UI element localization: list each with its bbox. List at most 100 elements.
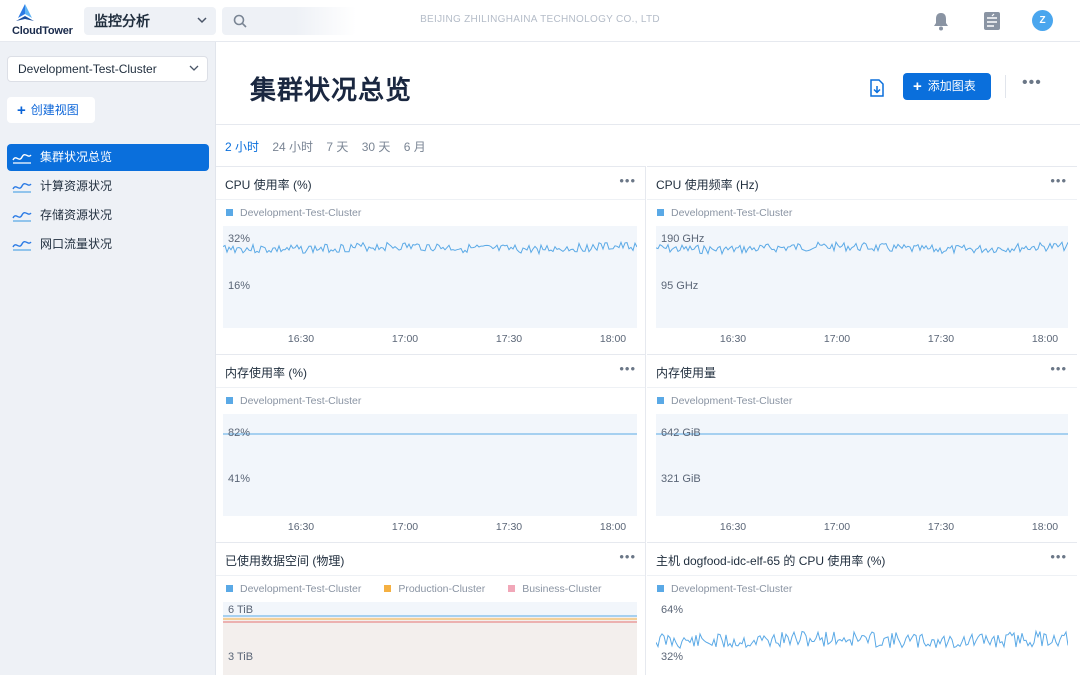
create-view-label: 创建视图	[30, 103, 79, 117]
legend-label: Development-Test-Cluster	[671, 583, 793, 595]
chart-svg	[656, 433, 1068, 435]
tab-range-24h[interactable]: 24 小时	[272, 140, 313, 154]
more-options-icon[interactable]: •••	[619, 361, 636, 376]
y-tick-label: 82%	[228, 427, 251, 439]
logo-text: CloudTower	[12, 25, 73, 37]
tab-range-7d[interactable]: 7 天	[326, 140, 348, 154]
chart-view-icon	[12, 183, 32, 193]
more-options-icon[interactable]: •••	[1050, 549, 1067, 564]
chart-plot: 642 GiB 321 GiB	[656, 414, 1068, 516]
y-tick-label: 6 TiB	[228, 604, 254, 616]
panel-title: CPU 使用频率 (Hz)	[656, 178, 759, 192]
sidebar: Development-Test-Cluster + 创建视图 集群状况总览 计算…	[0, 42, 216, 675]
legend-swatch	[657, 397, 664, 404]
chart-plot: 82% 41%	[223, 414, 637, 516]
chart-svg	[223, 602, 637, 623]
panel-title: 已使用数据空间 (物理)	[225, 554, 345, 568]
y-tick-label: 16%	[228, 280, 251, 292]
view-nav: 集群状况总览 计算资源状况 存储资源状况 网口流量状况	[7, 144, 209, 260]
chart-svg	[656, 629, 1068, 650]
bell-icon[interactable]	[932, 11, 950, 31]
legend-swatch	[226, 397, 233, 404]
x-tick-label: 17:30	[495, 521, 523, 533]
x-tick-label: 17:30	[495, 333, 523, 345]
x-tick-label: 16:30	[719, 521, 747, 533]
task-list-icon[interactable]	[983, 11, 1001, 31]
chart-panel-host-cpu-usage: 主机 dogfood-idc-elf-65 的 CPU 使用率 (%) ••• …	[647, 542, 1077, 675]
y-tick-label: 32%	[228, 233, 251, 245]
more-options-icon[interactable]: •••	[1050, 361, 1067, 376]
nav-item-network-traffic[interactable]: 网口流量状况	[7, 231, 209, 258]
legend-label: Development-Test-Cluster	[240, 583, 362, 595]
chart-legend: Development-Test-Cluster	[226, 395, 361, 407]
nav-item-storage-resources[interactable]: 存储资源状况	[7, 202, 209, 229]
legend-swatch	[226, 585, 233, 592]
nav-item-label: 存储资源状况	[40, 208, 113, 222]
panel-title: 主机 dogfood-idc-elf-65 的 CPU 使用率 (%)	[656, 554, 886, 568]
nav-item-label: 计算资源状况	[40, 179, 113, 193]
divider	[647, 199, 1077, 200]
chart-plot: 6 TiB 3 TiB	[223, 602, 637, 675]
plus-icon: +	[913, 78, 922, 95]
x-axis: 16:30 17:00 17:30 18:00	[223, 333, 637, 347]
chart-legend: Development-Test-Cluster	[657, 395, 792, 407]
legend-label: Development-Test-Cluster	[671, 207, 793, 219]
panel-title: 内存使用率 (%)	[225, 366, 307, 380]
divider	[216, 199, 646, 200]
y-tick-label: 642 GiB	[661, 427, 701, 439]
x-tick-label: 17:00	[823, 521, 851, 533]
plus-icon: +	[17, 102, 26, 119]
legend-swatch	[508, 585, 516, 592]
divider	[645, 166, 646, 675]
legend-label: Development-Test-Cluster	[240, 395, 362, 407]
chart-svg	[656, 240, 1068, 256]
more-options-icon[interactable]: •••	[1022, 74, 1042, 92]
time-range-tabs: 2 小时 24 小时 7 天 30 天 6 月	[225, 138, 436, 155]
more-options-icon[interactable]: •••	[619, 173, 636, 188]
legend-item: Development-Test-Cluster	[226, 583, 361, 595]
x-axis: 16:30 17:00 17:30 18:00	[223, 521, 637, 535]
chevron-down-icon	[189, 65, 199, 71]
panel-title: 内存使用量	[656, 366, 717, 380]
x-tick-label: 17:30	[927, 333, 955, 345]
more-options-icon[interactable]: •••	[1050, 173, 1067, 188]
divider	[216, 124, 1080, 125]
series-line	[656, 240, 1068, 256]
cluster-select[interactable]: Development-Test-Cluster	[7, 56, 208, 82]
add-chart-button[interactable]: + 添加图表	[903, 73, 991, 100]
tab-range-6m[interactable]: 6 月	[404, 140, 426, 154]
page-title: 集群状况总览	[250, 75, 413, 105]
cluster-select-label: Development-Test-Cluster	[18, 62, 157, 76]
x-axis: 16:30 17:00 17:30 18:00	[654, 521, 1068, 535]
nav-item-label: 集群状况总览	[40, 150, 113, 164]
create-view-button[interactable]: + 创建视图	[7, 97, 95, 123]
chart-panel-used-data-space: 已使用数据空间 (物理) ••• Development-Test-Cluste…	[216, 542, 646, 675]
y-tick-label: 41%	[228, 473, 251, 485]
more-options-icon[interactable]: •••	[619, 549, 636, 564]
chart-panel-cpu-usage: CPU 使用率 (%) ••• Development-Test-Cluster…	[216, 166, 646, 354]
avatar[interactable]: Z	[1032, 10, 1053, 31]
nav-item-compute-resources[interactable]: 计算资源状况	[7, 173, 209, 200]
x-tick-label: 17:00	[391, 333, 419, 345]
nav-item-cluster-overview[interactable]: 集群状况总览	[7, 144, 209, 171]
divider	[1005, 75, 1006, 98]
legend-swatch	[226, 209, 233, 216]
legend-swatch	[657, 585, 664, 592]
x-tick-label: 18:00	[1031, 333, 1059, 345]
tab-range-30d[interactable]: 30 天	[362, 140, 391, 154]
x-tick-label: 16:30	[719, 333, 747, 345]
y-tick-label: 32%	[661, 651, 684, 663]
series-line	[656, 629, 1068, 650]
series-area	[223, 602, 637, 617]
chart-svg	[223, 433, 637, 435]
y-tick-label: 95 GHz	[661, 280, 699, 292]
legend-swatch	[384, 585, 392, 592]
download-icon[interactable]	[866, 77, 888, 99]
chart-plot: 32% 16%	[223, 226, 637, 328]
y-tick-label: 64%	[661, 604, 684, 616]
legend-label: Production-Cluster	[398, 583, 486, 595]
chart-legend: Development-Test-Cluster	[657, 583, 792, 595]
x-tick-label: 18:00	[1031, 521, 1059, 533]
tab-range-2h[interactable]: 2 小时	[225, 140, 259, 154]
legend-item: Business-Cluster	[508, 583, 602, 595]
